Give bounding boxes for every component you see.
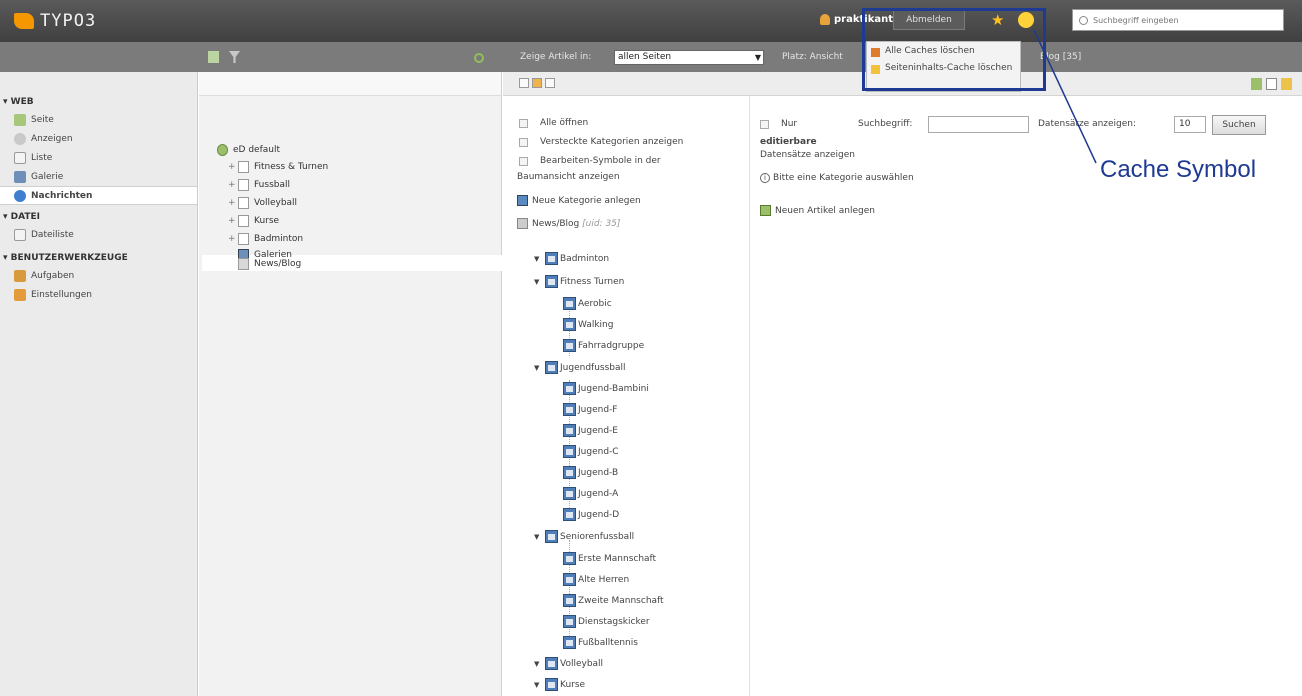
annotation-pointer-line [1033,29,1097,164]
annotation-label: Cache Symbol [1100,156,1257,183]
